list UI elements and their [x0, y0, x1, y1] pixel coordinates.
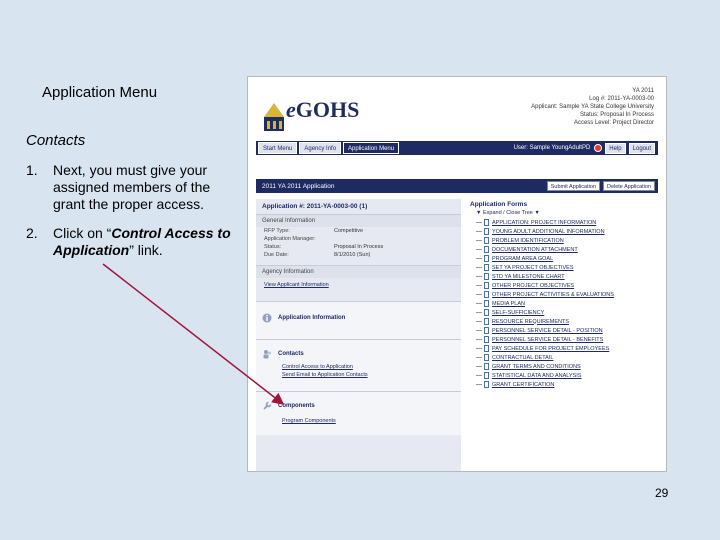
arrow-line — [102, 263, 285, 405]
annotation-arrow — [102, 263, 285, 405]
